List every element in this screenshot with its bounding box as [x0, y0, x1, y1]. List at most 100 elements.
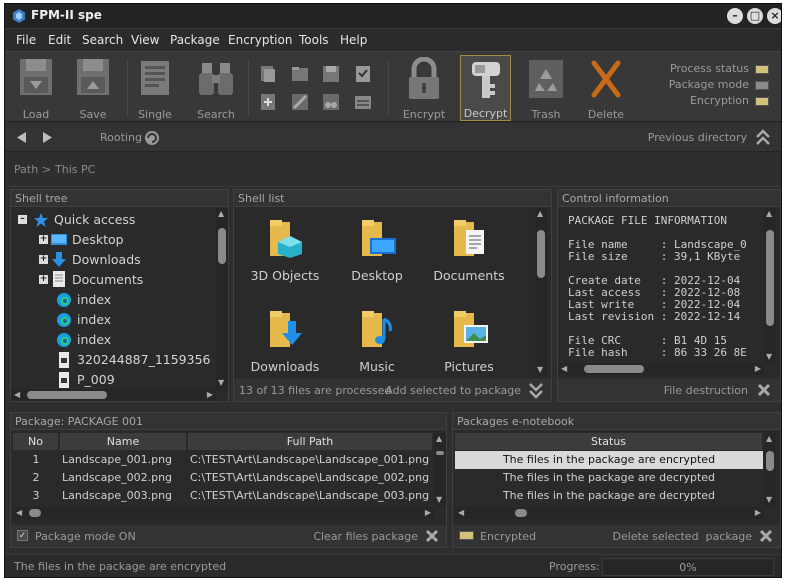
table-row[interactable]: 2 Landscape_002.png C:\TEST\Art\Landscap…: [13, 469, 433, 487]
scrollbar-thumb[interactable]: [218, 228, 226, 264]
drive-icon[interactable]: [353, 92, 373, 112]
add-file-icon[interactable]: [258, 92, 278, 112]
single-button[interactable]: Single: [129, 55, 181, 121]
search-button[interactable]: Search: [190, 55, 242, 121]
encrypt-button[interactable]: Encrypt: [398, 55, 450, 121]
menu-encryption[interactable]: Encryption: [228, 33, 292, 47]
folder-open-icon[interactable]: [290, 64, 310, 84]
package-mode-checkbox[interactable]: ✓: [17, 530, 28, 541]
menu-help[interactable]: Help: [340, 33, 367, 47]
close-icon[interactable]: ×: [767, 8, 781, 24]
delete-selected-package-button[interactable]: Delete selected package: [612, 530, 752, 543]
horizontal-scrollbar[interactable]: ◀ ▶: [558, 363, 764, 375]
collapse-icon[interactable]: –: [18, 215, 27, 224]
folder-item-downloads[interactable]: Downloads: [240, 307, 330, 377]
shell-list-panel: Shell list 3D Objects Desktop Documents …: [233, 189, 552, 402]
breadcrumb[interactable]: This PC: [55, 163, 95, 176]
expand-icon[interactable]: +: [39, 255, 48, 264]
tree-item-desktop[interactable]: + Desktop: [11, 230, 211, 250]
row-number: 3: [32, 489, 40, 502]
table-row[interactable]: 3 Landscape_003.png C:\TEST\Art\Landscap…: [13, 487, 433, 505]
horizontal-scrollbar[interactable]: ◀ ▶: [11, 389, 216, 401]
expand-icon[interactable]: +: [39, 275, 48, 284]
scrollbar-thumb[interactable]: [515, 509, 527, 517]
load-button[interactable]: Load: [10, 55, 62, 121]
maximize-icon[interactable]: □: [747, 8, 763, 24]
file-destruction-button[interactable]: File destruction: [664, 384, 748, 397]
menu-package[interactable]: Package: [170, 33, 220, 47]
scrollbar-thumb[interactable]: [766, 230, 774, 326]
table-row-selected[interactable]: The files in the package are encrypted: [455, 451, 763, 469]
tree-item-index[interactable]: index: [11, 310, 211, 330]
3d-objects-folder-icon: [270, 220, 302, 258]
tree-item-quick-access[interactable]: – Quick access: [11, 210, 211, 230]
notebook-table-header: Status: [455, 433, 763, 450]
scrollbar-thumb[interactable]: [537, 230, 545, 278]
double-chevron-down-icon[interactable]: [528, 382, 544, 399]
tree-item-file[interactable]: P_009: [11, 370, 211, 390]
back-arrow-icon[interactable]: [15, 131, 28, 144]
column-header-full-path[interactable]: Full Path: [188, 433, 433, 450]
expand-icon[interactable]: +: [39, 235, 48, 244]
info-line: File hash : 86 33 26 8E: [568, 346, 747, 359]
folder-item-documents[interactable]: Documents: [424, 216, 514, 286]
scrollbar-thumb[interactable]: [584, 365, 644, 373]
edge-icon: [57, 313, 71, 327]
copy-icon[interactable]: [258, 64, 278, 84]
path-label: Path: [14, 163, 39, 176]
menu-file[interactable]: File: [16, 33, 36, 47]
forward-arrow-icon[interactable]: [41, 131, 54, 144]
double-chevron-up-icon[interactable]: [755, 129, 771, 147]
delete-button[interactable]: Delete: [580, 55, 632, 121]
encryption-indicator: Encryption: [690, 94, 769, 107]
add-selected-button[interactable]: Add selected to package: [385, 384, 521, 397]
horizontal-scrollbar[interactable]: ◀ ▶: [455, 507, 764, 519]
scrollbar-thumb[interactable]: [436, 451, 444, 455]
close-x-icon[interactable]: [757, 383, 771, 397]
scrollbar-thumb[interactable]: [29, 509, 41, 517]
package-panel: Package: PACKAGE 001 No Name Full Path 1…: [10, 412, 447, 548]
tree-item-documents[interactable]: + Documents: [11, 270, 211, 290]
vertical-scrollbar[interactable]: ▲ ▼: [216, 208, 228, 389]
clear-files-package-button[interactable]: Clear files package: [313, 530, 418, 543]
table-row[interactable]: 1 Landscape_001.png C:\TEST\Art\Landscap…: [13, 451, 433, 469]
floppy-icon[interactable]: [321, 64, 341, 84]
table-row[interactable]: The files in the package are decrypted: [455, 469, 763, 487]
close-x-icon[interactable]: [759, 529, 773, 543]
vertical-scrollbar[interactable]: ▲ ▼: [535, 208, 547, 376]
menu-edit[interactable]: Edit: [48, 33, 71, 47]
column-header-no[interactable]: No: [13, 433, 59, 450]
vertical-scrollbar[interactable]: ▲ ▼: [434, 433, 446, 506]
minimize-icon[interactable]: –: [727, 8, 743, 24]
key-icon: [471, 62, 500, 98]
folder-item-pictures[interactable]: Pictures: [424, 307, 514, 377]
previous-directory-label[interactable]: Previous directory: [648, 131, 747, 144]
refresh-icon[interactable]: [144, 130, 160, 146]
folder-item-music[interactable]: Music: [332, 307, 422, 377]
menu-view[interactable]: View: [131, 33, 159, 47]
vertical-scrollbar[interactable]: ▲ ▼: [764, 208, 776, 363]
tree-item-index[interactable]: index: [11, 330, 211, 350]
processed-count: 13 of 13 files are processed: [239, 384, 392, 397]
scrollbar-thumb[interactable]: [766, 451, 774, 471]
folder-item-desktop[interactable]: Desktop: [332, 216, 422, 286]
cut-icon[interactable]: [321, 92, 341, 112]
table-row[interactable]: The files in the package are decrypted: [455, 487, 763, 505]
folder-item-3d-objects[interactable]: 3D Objects: [240, 216, 330, 286]
menu-tools[interactable]: Tools: [299, 33, 329, 47]
horizontal-scrollbar[interactable]: ◀ ▶: [13, 507, 434, 519]
scrollbar-thumb[interactable]: [27, 391, 107, 399]
decrypt-button[interactable]: Decrypt: [460, 55, 511, 121]
vertical-scrollbar[interactable]: ▲ ▼: [764, 433, 776, 506]
trash-button[interactable]: Trash: [520, 55, 572, 121]
close-x-icon[interactable]: [425, 529, 439, 543]
tree-item-index[interactable]: index: [11, 290, 211, 310]
tools-icon[interactable]: [290, 92, 310, 112]
tree-item-downloads[interactable]: + Downloads: [11, 250, 211, 270]
checklist-icon[interactable]: [353, 64, 373, 84]
menu-search[interactable]: Search: [82, 33, 123, 47]
column-header-name[interactable]: Name: [60, 433, 187, 450]
tree-item-file[interactable]: 320244887_1159356974: [11, 350, 211, 370]
column-header-status[interactable]: Status: [455, 433, 763, 450]
save-button[interactable]: Save: [67, 55, 119, 121]
